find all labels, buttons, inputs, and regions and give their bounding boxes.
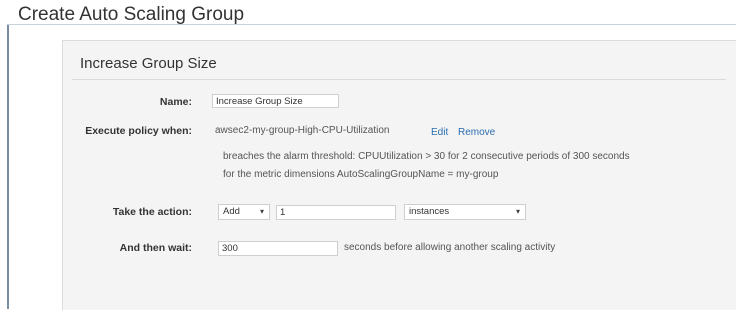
cooldown-suffix-text: seconds before allowing another scaling … [344,242,556,253]
action-unit-select[interactable]: instances ▾ [404,204,526,220]
page-title: Create Auto Scaling Group [18,4,245,25]
take-action-label: Take the action: [112,206,192,218]
panel-title: Increase Group Size [80,55,217,72]
alarm-dimensions-text: for the metric dimensions AutoScalingGro… [223,169,499,180]
edit-alarm-link[interactable]: Edit [431,127,448,138]
action-amount-input[interactable] [276,205,396,220]
policy-name-input[interactable] [212,94,339,108]
name-label: Name: [159,96,192,108]
alarm-condition-text: breaches the alarm threshold: CPUUtiliza… [223,151,630,162]
wait-label: And then wait: [119,242,192,254]
left-divider [7,24,9,309]
alarm-name: awsec2-my-group-High-CPU-Utilization [215,125,390,136]
cooldown-seconds-input[interactable] [218,241,338,256]
action-unit-value: instances [409,206,450,217]
panel-divider [72,79,726,80]
action-type-select[interactable]: Add ▾ [218,204,270,220]
chevron-down-icon: ▾ [259,207,264,216]
top-divider [7,24,736,25]
execute-policy-label: Execute policy when: [85,125,192,137]
action-type-value: Add [223,206,240,217]
chevron-down-icon: ▾ [515,207,520,216]
remove-alarm-link[interactable]: Remove [458,127,495,138]
